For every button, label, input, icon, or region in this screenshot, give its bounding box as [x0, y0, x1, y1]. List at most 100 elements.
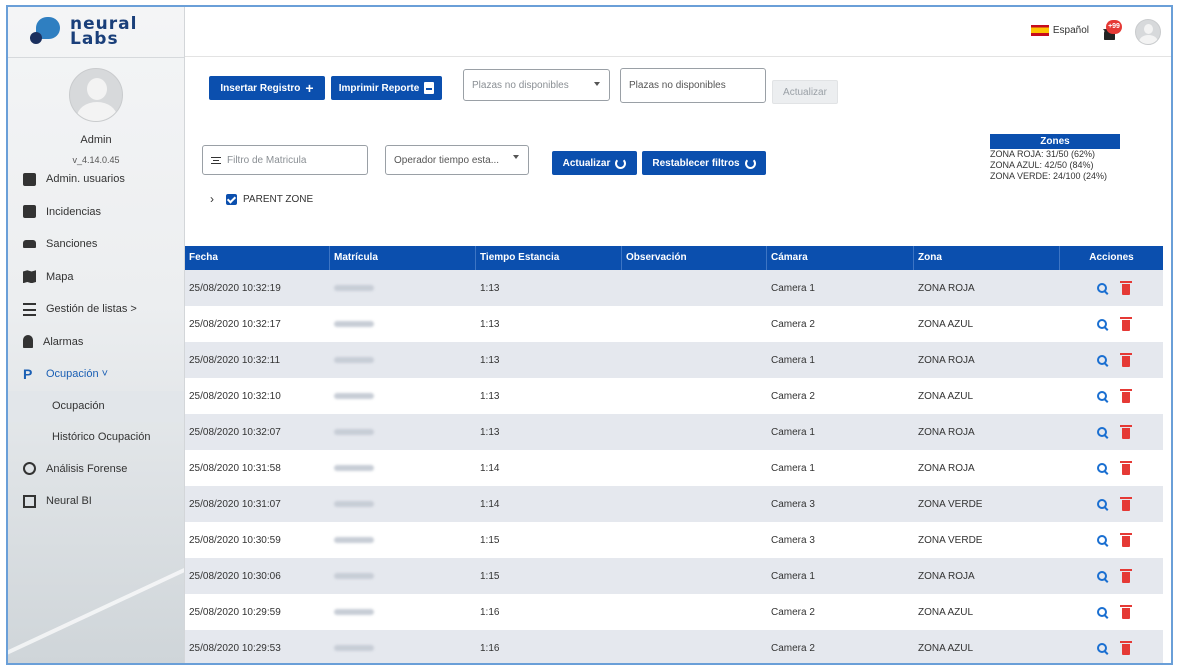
table-row[interactable]: 25/08/2020 10:31:07 1:14 Camera 3 ZONA VERD… — [185, 486, 1163, 522]
blurred-plate — [334, 536, 374, 543]
update-filters-button[interactable]: Actualizar — [552, 151, 637, 175]
sidebar-item-gestion-listas[interactable]: Gestión de listas > — [8, 293, 184, 326]
fingerprint-icon — [23, 462, 36, 476]
search-icon[interactable] — [1097, 426, 1108, 438]
logo-mark-icon — [30, 17, 62, 47]
matricula-cell — [330, 499, 476, 510]
trash-icon[interactable] — [1120, 280, 1132, 295]
zones-title: Zones — [990, 134, 1120, 149]
table-row[interactable]: 25/08/2020 10:29:59 1:16 Camera 2 ZONA AZUL — [185, 594, 1163, 630]
table-row[interactable]: 25/08/2020 10:30:06 1:15 Camera 1 ZONA ROJA — [185, 558, 1163, 594]
blurred-plate — [334, 356, 374, 363]
row-actions — [1060, 604, 1163, 619]
camara-cell: Camera 1 — [771, 426, 815, 438]
occupancy-table: Fecha Matrícula Tiempo Estancia Observac… — [185, 246, 1163, 663]
plazas-select[interactable]: Plazas no disponibles — [463, 69, 610, 101]
notification-badge: +99 — [1106, 20, 1122, 34]
sidebar-item-incidencias[interactable]: Incidencias — [8, 196, 184, 229]
brand-logo[interactable]: neural Labs — [8, 7, 184, 57]
plus-icon: + — [305, 80, 314, 96]
zone-azul-stat: ZONA AZUL: 42/50 (84%) — [990, 160, 1094, 170]
trash-icon[interactable] — [1120, 460, 1132, 475]
table-row[interactable]: 25/08/2020 10:32:19 1:13 Camera 1 ZONA ROJA — [185, 270, 1163, 306]
search-icon[interactable] — [1097, 498, 1108, 510]
search-icon[interactable] — [1097, 318, 1108, 330]
trash-icon[interactable] — [1120, 604, 1132, 619]
sidebar-item-mapa[interactable]: Mapa — [8, 261, 184, 294]
table-row[interactable]: 25/08/2020 10:32:17 1:13 Camera 2 ZONA AZUL — [185, 306, 1163, 342]
operator-time-select[interactable]: Operador tiempo esta... — [385, 145, 529, 175]
matricula-cell — [330, 283, 476, 294]
table-row[interactable]: 25/08/2020 10:32:10 1:13 Camera 2 ZONA AZUL — [185, 378, 1163, 414]
trash-icon[interactable] — [1120, 352, 1132, 367]
sidebar: neural Labs Admin v_4.14.0.45 Admin. usu… — [8, 7, 185, 663]
notifications-button[interactable]: +99 — [1101, 20, 1122, 42]
fecha-cell: 25/08/2020 10:32:07 — [189, 426, 281, 438]
search-icon[interactable] — [1097, 642, 1108, 654]
zona-cell: ZONA ROJA — [918, 462, 975, 474]
table-row[interactable]: 25/08/2020 10:30:59 1:15 Camera 3 ZONA VERD… — [185, 522, 1163, 558]
trash-icon[interactable] — [1120, 532, 1132, 547]
refresh-icon — [615, 157, 627, 169]
update-plazas-button[interactable]: Actualizar — [772, 80, 838, 104]
insert-record-button[interactable]: Insertar Registro + — [209, 76, 325, 100]
table-row[interactable]: 25/08/2020 10:31:58 1:14 Camera 1 ZONA ROJA — [185, 450, 1163, 486]
language-selector[interactable]: Español — [1030, 25, 1109, 36]
avatar[interactable] — [69, 68, 123, 122]
trash-icon[interactable] — [1120, 424, 1132, 439]
tiempo-cell: 1:16 — [480, 642, 500, 654]
search-icon[interactable] — [1097, 606, 1108, 618]
trash-icon[interactable] — [1120, 316, 1132, 331]
sidebar-item-admin-usuarios[interactable]: Admin. usuarios — [8, 163, 184, 196]
search-icon[interactable] — [1097, 354, 1108, 366]
table-row[interactable]: 25/08/2020 10:32:11 1:13 Camera 1 ZONA ROJA — [185, 342, 1163, 378]
parent-zone-checkbox[interactable] — [226, 193, 237, 205]
camara-cell: Camera 3 — [771, 498, 815, 510]
fecha-cell: 25/08/2020 10:32:17 — [189, 318, 281, 330]
column-header-camara[interactable]: Cámara — [767, 246, 914, 270]
fecha-cell: 25/08/2020 10:29:59 — [189, 606, 281, 618]
sidebar-item-sanciones[interactable]: Sanciones — [8, 228, 184, 261]
trash-icon[interactable] — [1120, 388, 1132, 403]
filter-icon — [211, 156, 221, 164]
trash-icon[interactable] — [1120, 568, 1132, 583]
sidebar-item-analisis-forense[interactable]: Análisis Forense — [8, 453, 184, 486]
table-row[interactable]: 25/08/2020 10:29:53 1:16 Camera 2 ZONA AZUL — [185, 630, 1163, 663]
matricula-filter-input[interactable]: Filtro de Matricula — [202, 145, 368, 175]
blurred-plate — [334, 572, 374, 579]
sidebar-subitem-ocupacion[interactable]: Ocupación — [8, 390, 184, 422]
user-name: Admin — [80, 134, 112, 146]
sidebar-item-ocupacion[interactable]: P Ocupación ˅ — [8, 358, 184, 391]
trash-icon[interactable] — [1120, 496, 1132, 511]
row-actions — [1060, 424, 1163, 439]
user-badge-icon — [23, 172, 36, 186]
fecha-cell: 25/08/2020 10:31:58 — [189, 462, 281, 474]
row-actions — [1060, 640, 1163, 655]
plazas-input[interactable]: Plazas no disponibles — [620, 68, 766, 103]
search-icon[interactable] — [1097, 462, 1108, 474]
reset-filters-button[interactable]: Restablecer filtros — [642, 151, 766, 175]
column-header-fecha[interactable]: Fecha — [185, 246, 330, 270]
sidebar-item-alarmas[interactable]: Alarmas — [8, 326, 184, 359]
column-header-observacion[interactable]: Observación — [622, 246, 767, 270]
sidebar-item-neural-bi[interactable]: Neural BI — [8, 485, 184, 518]
sidebar-item-label: Ocupación ˅ — [46, 368, 109, 381]
column-header-tiempo[interactable]: Tiempo Estancia — [476, 246, 622, 270]
fecha-cell: 25/08/2020 10:32:19 — [189, 282, 281, 294]
search-icon[interactable] — [1097, 390, 1108, 402]
camara-cell: Camera 1 — [771, 570, 815, 582]
trash-icon[interactable] — [1120, 640, 1132, 655]
column-header-matricula[interactable]: Matrícula — [330, 246, 476, 270]
search-icon[interactable] — [1097, 282, 1108, 294]
chevron-right-icon[interactable]: › — [210, 192, 220, 206]
sidebar-item-label: Neural BI — [46, 495, 92, 508]
avatar[interactable] — [1135, 19, 1161, 45]
print-report-button[interactable]: Imprimir Reporte — [331, 76, 442, 100]
table-row[interactable]: 25/08/2020 10:32:07 1:13 Camera 1 ZONA ROJA — [185, 414, 1163, 450]
camara-cell: Camera 1 — [771, 354, 815, 366]
search-icon[interactable] — [1097, 570, 1108, 582]
tiempo-cell: 1:14 — [480, 498, 500, 510]
column-header-zona[interactable]: Zona — [914, 246, 1060, 270]
sidebar-subitem-historico-ocupacion[interactable]: Histórico Ocupación — [8, 422, 184, 453]
search-icon[interactable] — [1097, 534, 1108, 546]
